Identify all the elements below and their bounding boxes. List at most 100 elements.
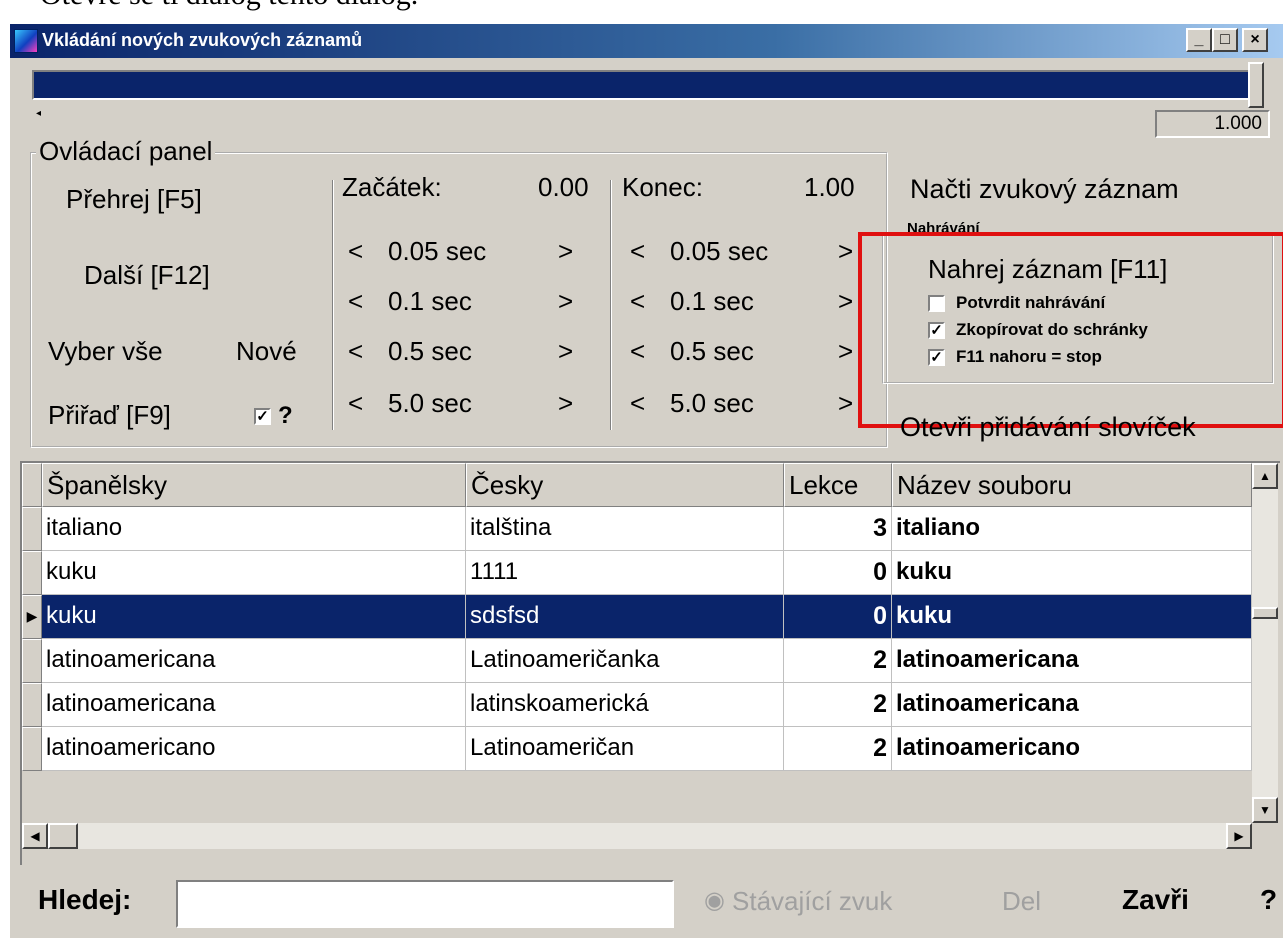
horizontal-scroll-thumb[interactable]	[48, 823, 78, 849]
position-slider-track[interactable]	[32, 70, 1262, 100]
cell-czech[interactable]: 1111	[466, 551, 784, 595]
end-step-3-inc[interactable]: >	[838, 336, 853, 367]
table-row[interactable]: latinoamericana Latinoameričanka 2 latin…	[22, 639, 1252, 683]
cell-czech[interactable]: italština	[466, 507, 784, 551]
maximize-button[interactable]: □	[1212, 28, 1238, 52]
end-label: Konec:	[622, 172, 703, 202]
cell-filename[interactable]: kuku	[892, 595, 1252, 639]
open-words-button[interactable]: Otevři přidávání slovíček	[900, 412, 1196, 443]
cell-lesson[interactable]: 2	[784, 683, 892, 727]
cell-lesson[interactable]: 3	[784, 507, 892, 551]
end-step-2-inc[interactable]: >	[838, 286, 853, 317]
next-button[interactable]: Další [F12]	[84, 260, 210, 291]
records-table[interactable]: Španělsky Česky Lekce Název souboru ital…	[20, 461, 1280, 865]
column-header-czech[interactable]: Česky	[466, 463, 784, 507]
end-step-2-label: 0.1 sec	[670, 286, 754, 316]
cell-filename[interactable]: italiano	[892, 507, 1252, 551]
panel-divider-2	[610, 180, 612, 430]
load-record-button[interactable]: Načti zvukový záznam	[910, 174, 1179, 205]
cell-czech[interactable]: Latinoameričan	[466, 727, 784, 771]
table-row-selected[interactable]: ▶ kuku sdsfsd 0 kuku	[22, 595, 1252, 639]
row-indicator[interactable]	[22, 727, 42, 771]
cell-filename[interactable]: latinoamericana	[892, 639, 1252, 683]
cell-spanish[interactable]: kuku	[42, 595, 466, 639]
table-row[interactable]: italiano italština 3 italiano	[22, 507, 1252, 551]
new-button[interactable]: Nové	[236, 336, 297, 367]
start-step-3-inc[interactable]: >	[558, 336, 573, 367]
title-bar[interactable]: Vkládání nových zvukových záznamů _ □ ×	[10, 24, 1283, 58]
cell-spanish[interactable]: latinoamericano	[42, 727, 466, 771]
row-indicator-current[interactable]: ▶	[22, 595, 42, 639]
start-step-2-inc[interactable]: >	[558, 286, 573, 317]
start-label: Začátek:	[342, 172, 442, 202]
start-step-2-dec[interactable]: <	[348, 286, 363, 317]
vertical-scroll-thumb[interactable]	[1252, 607, 1278, 619]
cell-czech[interactable]: sdsfsd	[466, 595, 784, 639]
row-indicator[interactable]	[22, 551, 42, 595]
cell-lesson[interactable]: 2	[784, 639, 892, 683]
row-indicator[interactable]	[22, 507, 42, 551]
vertical-scrollbar[interactable]: ▲ ▼	[1252, 463, 1278, 823]
assign-help-button[interactable]: ?	[278, 402, 293, 430]
cell-spanish[interactable]: kuku	[42, 551, 466, 595]
start-step-1-dec[interactable]: <	[348, 236, 363, 267]
cell-czech[interactable]: latinskoamerická	[466, 683, 784, 727]
scroll-up-button[interactable]: ▲	[1252, 463, 1278, 489]
assign-checkbox[interactable]: ✓	[254, 408, 271, 425]
end-step-4-dec[interactable]: <	[630, 388, 645, 419]
scroll-left-button[interactable]: ◀	[22, 823, 48, 849]
start-step-1-inc[interactable]: >	[558, 236, 573, 267]
assign-button[interactable]: Přiřaď [F9]	[48, 400, 171, 431]
cell-spanish[interactable]: latinoamericana	[42, 683, 466, 727]
scroll-down-button[interactable]: ▼	[1252, 797, 1278, 823]
end-step-3-dec[interactable]: <	[630, 336, 645, 367]
scroll-right-button[interactable]: ▶	[1226, 823, 1252, 849]
select-all-button[interactable]: Vyber vše	[48, 336, 163, 367]
cell-filename[interactable]: kuku	[892, 551, 1252, 595]
cell-filename[interactable]: latinoamericana	[892, 683, 1252, 727]
row-indicator[interactable]	[22, 639, 42, 683]
end-step-1-label: 0.05 sec	[670, 236, 769, 266]
cell-czech[interactable]: Latinoameričanka	[466, 639, 784, 683]
help-button[interactable]: ?	[1260, 884, 1277, 916]
search-input[interactable]	[176, 880, 674, 928]
end-step-1-inc[interactable]: >	[838, 236, 853, 267]
current-sound-button[interactable]: Stávající zvuk	[732, 886, 892, 917]
table-row[interactable]: latinoamericana latinskoamerická 2 latin…	[22, 683, 1252, 727]
cell-lesson[interactable]: 0	[784, 595, 892, 639]
position-slider-thumb[interactable]	[1248, 62, 1264, 108]
cell-spanish[interactable]: italiano	[42, 507, 466, 551]
start-value: 0.00	[538, 172, 589, 202]
table-row[interactable]: kuku 1111 0 kuku	[22, 551, 1252, 595]
start-step-4-label: 5.0 sec	[388, 388, 472, 418]
cell-lesson[interactable]: 2	[784, 727, 892, 771]
play-button[interactable]: Přehrej [F5]	[66, 184, 202, 215]
app-icon	[14, 29, 38, 53]
start-step-1-label: 0.05 sec	[388, 236, 487, 266]
cell-spanish[interactable]: latinoamericana	[42, 639, 466, 683]
slider-tick-mark: ◂	[36, 108, 42, 119]
cell-filename[interactable]: latinoamericano	[892, 727, 1252, 771]
end-step-1-dec[interactable]: <	[630, 236, 645, 267]
end-step-3-label: 0.5 sec	[670, 336, 754, 366]
row-indicator[interactable]	[22, 683, 42, 727]
cell-lesson[interactable]: 0	[784, 551, 892, 595]
delete-button[interactable]: Del	[1002, 886, 1041, 917]
horizontal-scrollbar[interactable]: ◀ ▶	[22, 823, 1252, 849]
table-row[interactable]: latinoamericano Latinoameričan 2 latinoa…	[22, 727, 1252, 771]
start-step-4-dec[interactable]: <	[348, 388, 363, 419]
table-corner	[22, 463, 42, 507]
minimize-button[interactable]: _	[1186, 28, 1212, 52]
end-step-4-label: 5.0 sec	[670, 388, 754, 418]
start-step-3-label: 0.5 sec	[388, 336, 472, 366]
column-header-filename[interactable]: Název souboru	[892, 463, 1252, 507]
start-step-4-inc[interactable]: >	[558, 388, 573, 419]
close-window-button[interactable]: ×	[1242, 28, 1268, 52]
end-step-2-dec[interactable]: <	[630, 286, 645, 317]
column-header-lesson[interactable]: Lekce	[784, 463, 892, 507]
column-header-spanish[interactable]: Španělsky	[42, 463, 466, 507]
close-button[interactable]: Zavři	[1122, 884, 1189, 916]
start-step-3-dec[interactable]: <	[348, 336, 363, 367]
end-step-4-inc[interactable]: >	[838, 388, 853, 419]
page-caption: Otevře se ti dialog tento dialog.	[40, 0, 418, 12]
